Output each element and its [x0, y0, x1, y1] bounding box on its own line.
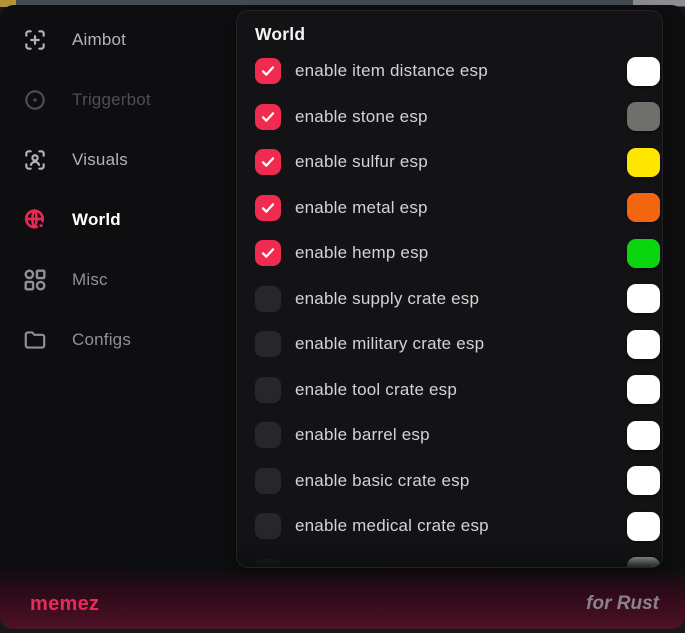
esp-color-swatch[interactable] [627, 421, 660, 450]
esp-checkbox[interactable] [255, 331, 281, 357]
sidebar-item-label: World [72, 210, 121, 230]
esp-option-row: enable item distance esp [255, 58, 662, 84]
misc-categories-icon [22, 267, 48, 293]
sidebar: Aimbot Triggerbot Visuals [0, 5, 236, 565]
esp-option-label: enable item distance esp [295, 61, 488, 81]
aimbot-crosshair-icon [22, 27, 48, 53]
esp-checkbox[interactable] [255, 195, 281, 221]
esp-checkbox[interactable] [255, 58, 281, 84]
sidebar-item-aimbot[interactable]: Aimbot [0, 25, 236, 55]
esp-option-label: enable metal esp [295, 198, 428, 218]
world-settings-panel: World enable item distance esp [236, 10, 663, 568]
esp-option-label: enable medical crate esp [295, 516, 489, 536]
esp-checkbox[interactable] [255, 559, 281, 569]
checkmark-icon [260, 154, 276, 170]
sidebar-item-visuals[interactable]: Visuals [0, 145, 236, 175]
esp-checkbox[interactable] [255, 513, 281, 539]
checkmark-icon [260, 109, 276, 125]
esp-option-label: enable barrel esp [295, 425, 430, 445]
esp-color-swatch[interactable] [627, 512, 660, 541]
esp-checkbox[interactable] [255, 240, 281, 266]
esp-color-swatch[interactable] [627, 148, 660, 177]
visuals-person-scan-icon [22, 147, 48, 173]
configs-folder-icon [22, 327, 48, 353]
esp-checkbox[interactable] [255, 286, 281, 312]
sidebar-item-label: Visuals [72, 150, 128, 170]
sidebar-item-label: Aimbot [72, 30, 126, 50]
checkmark-icon [260, 245, 276, 261]
esp-checkbox[interactable] [255, 422, 281, 448]
sidebar-item-misc[interactable]: Misc [0, 265, 236, 295]
esp-color-swatch[interactable] [627, 193, 660, 222]
esp-option-row: enable supply crate esp [255, 286, 662, 312]
esp-option-label: enable basic crate esp [295, 471, 470, 491]
esp-option-label: enable stone esp [295, 107, 428, 127]
esp-option-label: enable sulfur esp [295, 152, 428, 172]
esp-option-row: enable hemp esp [255, 240, 662, 266]
esp-option-row: enable sulfur esp [255, 149, 662, 175]
esp-option-list: enable item distance esp enable stone es… [255, 58, 662, 568]
esp-option-row: enable barrel esp [255, 422, 662, 448]
esp-option-row: enable tool crate esp [255, 377, 662, 403]
esp-checkbox[interactable] [255, 104, 281, 130]
checkmark-icon [260, 200, 276, 216]
esp-option-row: enable medical crate esp [255, 513, 662, 539]
esp-option-row: enable stone esp [255, 104, 662, 130]
sidebar-item-configs[interactable]: Configs [0, 325, 236, 355]
esp-option-row: enable metal esp [255, 195, 662, 221]
esp-option-row [255, 559, 662, 569]
triggerbot-target-icon [22, 87, 48, 113]
esp-option-label: enable military crate esp [295, 334, 484, 354]
esp-option-label: enable hemp esp [295, 243, 428, 263]
esp-option-label: enable tool crate esp [295, 380, 457, 400]
esp-color-swatch[interactable] [627, 330, 660, 359]
esp-option-row: enable military crate esp [255, 331, 662, 357]
checkmark-icon [260, 63, 276, 79]
footer-bar: memez for Rust [0, 569, 685, 629]
world-globe-icon [22, 207, 48, 233]
sidebar-item-triggerbot[interactable]: Triggerbot [0, 85, 236, 115]
esp-checkbox[interactable] [255, 468, 281, 494]
esp-color-swatch[interactable] [627, 284, 660, 313]
sidebar-item-label: Triggerbot [72, 90, 151, 110]
esp-option-label: enable supply crate esp [295, 289, 479, 309]
esp-color-swatch[interactable] [627, 466, 660, 495]
sidebar-item-world[interactable]: World [0, 205, 236, 235]
brand-name: memez [30, 593, 99, 616]
panel-title: World [255, 24, 305, 45]
esp-color-swatch[interactable] [627, 57, 660, 86]
esp-color-swatch[interactable] [627, 239, 660, 268]
sidebar-item-label: Misc [72, 270, 108, 290]
esp-checkbox[interactable] [255, 377, 281, 403]
esp-color-swatch[interactable] [627, 102, 660, 131]
esp-checkbox[interactable] [255, 149, 281, 175]
esp-color-swatch[interactable] [627, 375, 660, 404]
cheat-menu-window: Aimbot Triggerbot Visuals [0, 5, 685, 629]
esp-option-row: enable basic crate esp [255, 468, 662, 494]
esp-color-swatch[interactable] [627, 557, 660, 568]
sidebar-item-label: Configs [72, 330, 131, 350]
brand-tagline: for Rust [586, 593, 659, 615]
